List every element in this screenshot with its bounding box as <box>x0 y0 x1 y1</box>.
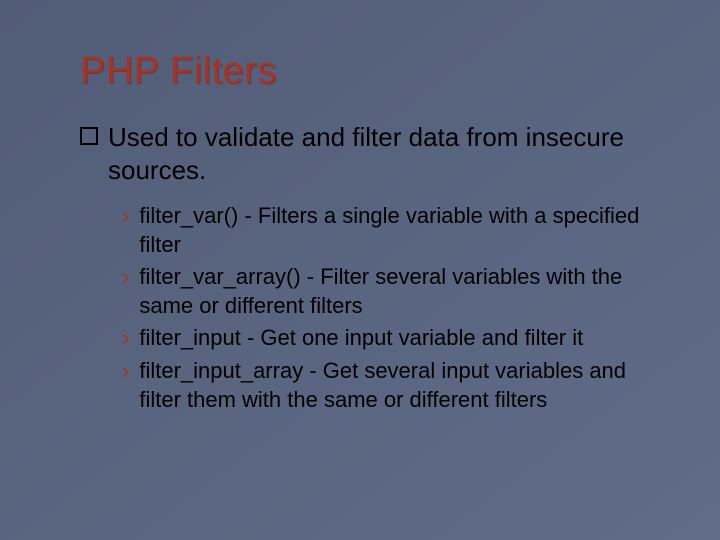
sub-bullet-item: › filter_input - Get one input variable … <box>122 324 660 353</box>
angle-bullet-icon: › <box>122 357 129 386</box>
slide: PHP Filters Used to validate and filter … <box>0 0 720 540</box>
sub-bullet-list: › filter_var() - Filters a single variab… <box>122 202 660 414</box>
angle-bullet-icon: › <box>122 202 129 231</box>
angle-bullet-icon: › <box>122 324 129 353</box>
sub-bullet-text: filter_input_array - Get several input v… <box>139 357 660 414</box>
sub-bullet-text: filter_var_array() - Filter several vari… <box>139 263 660 320</box>
main-bullet: Used to validate and filter data from in… <box>80 121 660 186</box>
slide-title: PHP Filters <box>80 50 660 93</box>
main-bullet-text: Used to validate and filter data from in… <box>108 121 660 186</box>
sub-bullet-text: filter_var() - Filters a single variable… <box>139 202 660 259</box>
square-bullet-icon <box>80 127 98 145</box>
angle-bullet-icon: › <box>122 263 129 292</box>
sub-bullet-item: › filter_var() - Filters a single variab… <box>122 202 660 259</box>
sub-bullet-text: filter_input - Get one input variable an… <box>139 324 660 353</box>
sub-bullet-item: › filter_input_array - Get several input… <box>122 357 660 414</box>
sub-bullet-item: › filter_var_array() - Filter several va… <box>122 263 660 320</box>
